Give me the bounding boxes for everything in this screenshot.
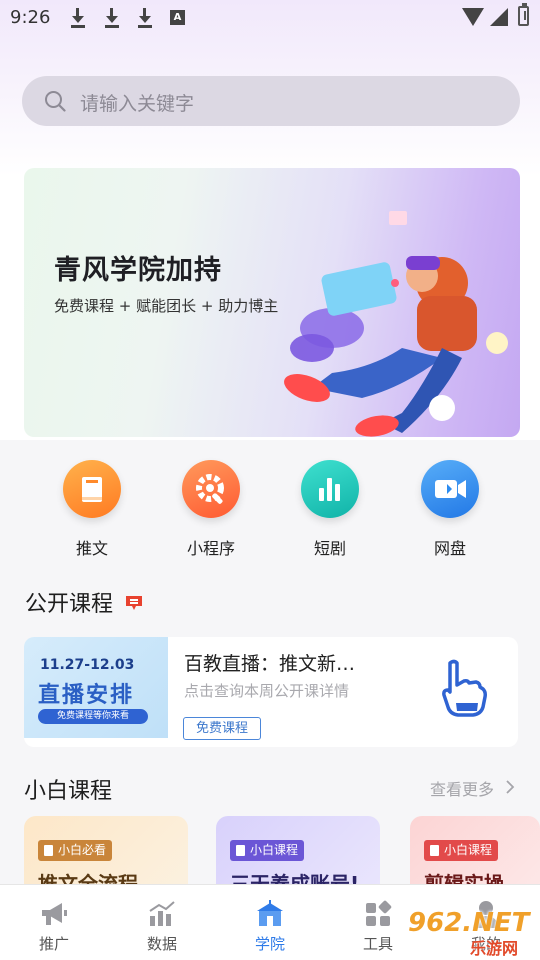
beginner-courses-title: 小白课程 — [24, 779, 113, 804]
pointing-hand-icon — [442, 659, 487, 717]
quick-link-label: 推文 — [75, 539, 108, 558]
thumb-date: 11.27-12.03 — [40, 657, 135, 673]
course-title: 百教直播：推文新… — [184, 653, 356, 675]
tab-academy[interactable]: 学院 — [216, 885, 324, 960]
quick-links: 推文 小程序 短剧 网盘 — [0, 458, 540, 568]
megaphone-icon — [42, 903, 67, 925]
tab-label: 数据 — [146, 935, 177, 953]
battery-icon — [518, 3, 529, 26]
thumb-title: 直播安排 — [38, 683, 135, 708]
course-thumbnail: 11.27-12.03 直播安排 免费课程等你来看 — [24, 637, 168, 738]
site-watermark: 962.NET 乐游网 — [400, 908, 536, 958]
course-tag: 小白课程 — [424, 840, 499, 861]
quick-link-netdisk[interactable]: 网盘 — [400, 458, 500, 568]
hot-icon — [126, 596, 142, 610]
view-more-link[interactable]: 查看更多 — [430, 776, 494, 800]
quick-link-short-drama[interactable]: 短剧 — [280, 458, 380, 568]
free-course-tag: 免费课程 — [183, 717, 261, 740]
search-icon — [45, 91, 66, 112]
tab-data[interactable]: 数据 — [108, 885, 216, 960]
watermark-text: 962.NET — [408, 908, 530, 938]
quick-link-tuiwen[interactable]: 推文 — [42, 458, 142, 568]
banner-illustration — [284, 211, 508, 437]
search-bar[interactable]: 请输入关键字 — [22, 76, 520, 126]
quick-link-label: 短剧 — [313, 539, 346, 558]
bar-chart-icon — [301, 460, 359, 518]
chevron-right-icon[interactable] — [505, 779, 515, 795]
public-course-card[interactable]: 11.27-12.03 直播安排 免费课程等你来看 百教直播：推文新… 点击查询… — [24, 637, 518, 747]
a-icon: A — [170, 10, 185, 25]
download-icon — [104, 8, 120, 28]
course-description: 点击查询本周公开课详情 — [184, 682, 350, 700]
public-courses-title: 公开课程 — [25, 592, 114, 617]
thumb-pill: 免费课程等你来看 — [38, 709, 148, 724]
quick-link-label: 网盘 — [433, 539, 466, 558]
promo-banner[interactable]: 青风学院加持 免费课程 + 赋能团长 + 助力博主 — [24, 168, 520, 437]
gear-icon — [182, 460, 240, 518]
download-icon — [137, 8, 153, 28]
status-time: 9:26 — [10, 7, 51, 28]
chart-icon — [149, 901, 175, 926]
course-tag: 小白必看 — [38, 840, 113, 861]
book-icon — [63, 460, 121, 518]
download-icon — [70, 8, 86, 28]
school-icon — [257, 900, 283, 926]
watermark-subtext: 乐游网 — [470, 939, 519, 958]
quick-link-label: 小程序 — [186, 539, 235, 558]
quick-link-mini-program[interactable]: 小程序 — [161, 458, 261, 568]
tools-icon — [366, 900, 392, 926]
search-input[interactable]: 请输入关键字 — [80, 89, 194, 116]
course-tag: 小白课程 — [230, 840, 305, 861]
wifi-icon — [462, 8, 484, 26]
tab-label: 学院 — [254, 935, 285, 953]
signal-icon — [490, 8, 508, 26]
tab-label: 推广 — [38, 935, 69, 953]
video-icon — [421, 460, 479, 518]
status-bar: 9:26 A — [0, 0, 540, 36]
banner-subtitle: 免费课程 + 赋能团长 + 助力博主 — [54, 297, 279, 315]
tab-promote[interactable]: 推广 — [0, 885, 108, 960]
banner-title: 青风学院加持 — [54, 255, 222, 286]
